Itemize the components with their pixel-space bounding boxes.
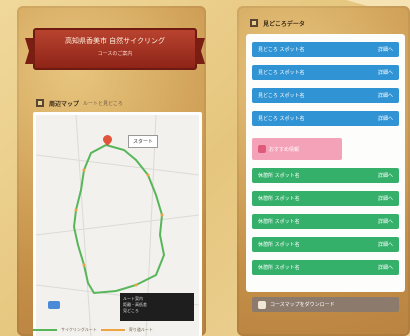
item-label: 休憩所 スポット名 xyxy=(258,196,300,202)
download-icon xyxy=(258,300,266,309)
item-label: 休憩所 スポット名 xyxy=(258,219,300,225)
start-label: スタート xyxy=(128,135,159,148)
download-button[interactable]: コースマップをダウンロード xyxy=(252,297,399,312)
title-banner: 高知県香美市 自然サイクリング コースのご案内 xyxy=(33,28,197,70)
page-background: 高知県香美市 自然サイクリング コースのご案内 周辺マップ ルートと見どころ ス… xyxy=(0,0,410,336)
map-legend: ルート案内 距離・高低差 見どころ xyxy=(120,293,194,321)
map-panel: 高知県香美市 自然サイクリング コースのご案内 周辺マップ ルートと見どころ ス… xyxy=(17,6,206,336)
item-value: 詳細へ xyxy=(377,173,393,179)
map-icon xyxy=(35,98,45,108)
green-route-label: サイクリングルート xyxy=(61,327,97,332)
cycling-route-line xyxy=(72,143,166,295)
item-value: 詳細へ xyxy=(377,242,393,248)
item-label: 見どころ スポット名 xyxy=(258,47,305,53)
orange-route-label: 寄り道ルート xyxy=(128,327,153,332)
item-label: 見どころ スポット名 xyxy=(258,93,305,99)
green-route-swatch xyxy=(33,329,57,331)
list-item[interactable]: 見どころ スポット名 詳細へ xyxy=(252,88,399,103)
route-map[interactable]: スタート ルート案内 距離・高低差 見どころ xyxy=(33,112,202,336)
download-label: コースマップをダウンロード xyxy=(270,302,335,308)
item-value: 詳細へ xyxy=(377,116,393,122)
item-label: 休憩所 スポット名 xyxy=(258,265,300,271)
orange-route-swatch xyxy=(100,329,125,331)
spots-section-title: 見どころデータ xyxy=(263,20,305,28)
map-section-title: 周辺マップ xyxy=(49,100,80,108)
list-item[interactable]: 休憩所 スポット名 詳細へ xyxy=(252,260,399,275)
spots-section-header: 見どころデータ xyxy=(249,18,305,28)
list-item[interactable]: 休憩所 スポット名 詳細へ xyxy=(252,191,399,206)
item-label: 見どころ スポット名 xyxy=(258,70,305,76)
item-value: 詳細へ xyxy=(377,70,393,76)
map-section-header: 周辺マップ ルートと見どころ xyxy=(35,98,123,108)
list-item[interactable]: 見どころ スポット名 詳細へ xyxy=(252,42,399,57)
list-item[interactable]: 見どころ スポット名 詳細へ xyxy=(252,65,399,80)
item-label: 休憩所 スポット名 xyxy=(258,173,300,179)
list-icon xyxy=(249,18,259,28)
item-label: 休憩所 スポット名 xyxy=(258,242,300,248)
map-footer: サイクリングルート 寄り道ルート xyxy=(33,324,196,336)
gift-icon xyxy=(258,145,266,153)
item-label: 見どころ スポット名 xyxy=(258,116,305,122)
item-value: 詳細へ xyxy=(377,265,393,271)
list-item[interactable]: 休憩所 スポット名 詳細へ xyxy=(252,214,399,229)
item-value: 詳細へ xyxy=(377,196,393,202)
item-label: おすすめ情報 xyxy=(269,146,300,153)
item-value: 詳細へ xyxy=(377,47,393,53)
item-value: 詳細へ xyxy=(377,219,393,225)
list-item[interactable]: 休憩所 スポット名 詳細へ xyxy=(252,168,399,183)
item-value: 詳細へ xyxy=(377,93,393,99)
list-item[interactable]: 見どころ スポット名 詳細へ xyxy=(252,111,399,126)
zoom-button[interactable] xyxy=(48,301,60,309)
spots-panel: 見どころデータ 見どころ スポット名 詳細へ 見どころ スポット名 詳細へ 見ど… xyxy=(237,6,410,336)
recommend-button[interactable]: おすすめ情報 xyxy=(252,138,342,160)
banner-title: 高知県香美市 自然サイクリング xyxy=(64,37,166,45)
spots-list: 見どころ スポット名 詳細へ 見どころ スポット名 詳細へ 見どころ スポット名… xyxy=(246,34,405,292)
route-waypoints xyxy=(74,168,164,287)
legend-line: 見どころ xyxy=(123,308,139,313)
list-item[interactable]: 休憩所 スポット名 詳細へ xyxy=(252,237,399,252)
map-section-subtitle: ルートと見どころ xyxy=(83,100,123,107)
banner-subtitle: コースのご案内 xyxy=(97,51,133,57)
